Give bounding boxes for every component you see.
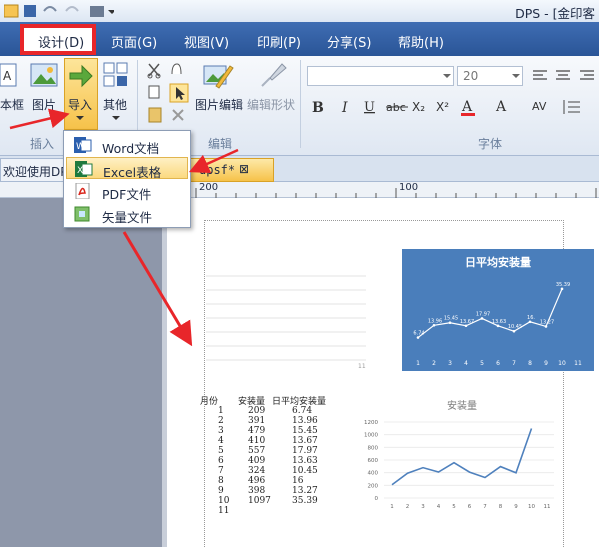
annotation-arrows [9,108,239,347]
arrow-to-excel [188,148,239,174]
arrow-to-import [9,108,70,130]
arrow-to-page [122,231,193,347]
